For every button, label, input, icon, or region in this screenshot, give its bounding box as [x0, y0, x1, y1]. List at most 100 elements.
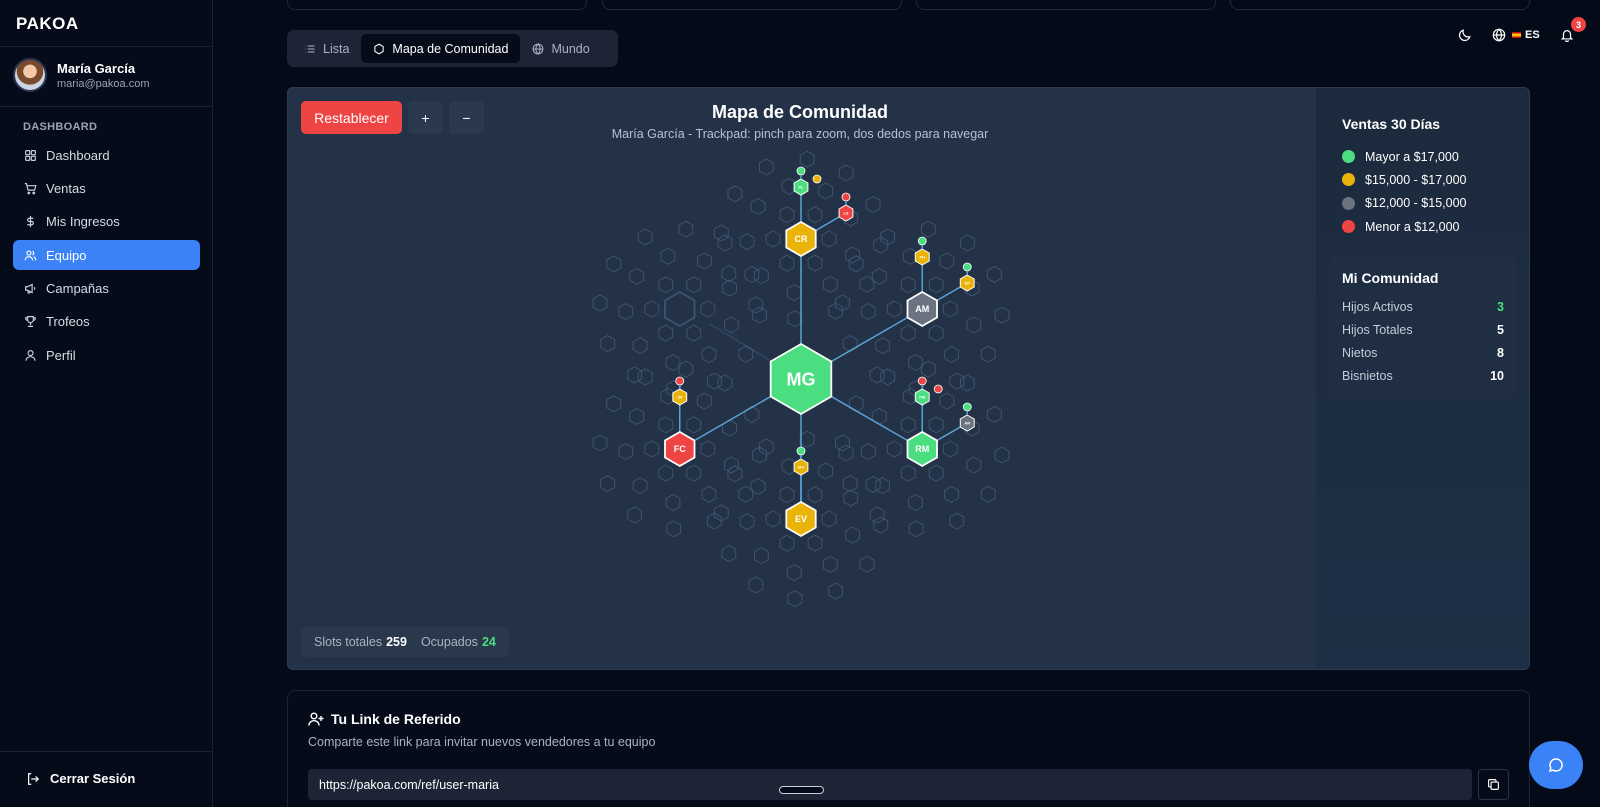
app-logo[interactable]: PAKOA — [16, 14, 79, 34]
empty-slot-hex — [818, 182, 834, 200]
empty-slot-hex — [843, 489, 859, 507]
empty-slot-hex — [822, 275, 838, 293]
globe-icon — [1492, 28, 1506, 42]
empty-slot-hex — [592, 294, 608, 312]
empty-slot-hex — [928, 464, 944, 482]
notifications-button[interactable] — [1560, 28, 1574, 42]
empty-slot-hex — [928, 416, 944, 434]
empty-slot-hex — [799, 430, 815, 448]
empty-slot-hex — [980, 485, 996, 503]
user-plus-icon — [308, 712, 324, 726]
zoom-out-button[interactable]: − — [449, 101, 484, 134]
sidebar-item-campanas[interactable]: Campañas — [13, 274, 200, 304]
chat-bubble-icon — [1548, 758, 1563, 773]
tab-mapa[interactable]: Mapa de Comunidad — [361, 34, 521, 63]
great-grandchild-node — [962, 402, 972, 412]
sidebar-divider — [0, 106, 212, 107]
language-selector[interactable]: ES — [1492, 28, 1540, 42]
empty-slot-hex — [637, 228, 653, 246]
grandchild-node-label: PM — [919, 394, 926, 399]
great-grandchild-node — [796, 166, 806, 176]
tab-mundo[interactable]: Mundo — [520, 34, 601, 63]
great-grandchild-node — [917, 376, 927, 386]
empty-slot-hex — [606, 395, 622, 413]
language-code: ES — [1525, 29, 1540, 41]
empty-slot-hex — [600, 475, 616, 493]
empty-slot-hex — [686, 324, 702, 342]
chat-button[interactable] — [1529, 741, 1583, 789]
empty-slot-hex — [859, 555, 875, 573]
sidebar-item-ingresos[interactable]: Mis Ingresos — [13, 207, 200, 237]
grid-icon — [24, 149, 37, 162]
empty-slot-hex — [886, 440, 902, 458]
empty-slot-hex — [848, 255, 864, 273]
sidebar-item-equipo[interactable]: Equipo — [13, 240, 200, 271]
scroll-handle[interactable] — [779, 786, 824, 794]
map-side-panel: Ventas 30 Días Mayor a $17,000 $15,000 -… — [1316, 88, 1529, 669]
empty-slot-hex — [618, 303, 634, 321]
empty-slot-hex — [873, 516, 889, 534]
tab-label: Lista — [323, 41, 350, 56]
sidebar-item-ventas[interactable]: Ventas — [13, 173, 200, 203]
theme-toggle-button[interactable] — [1458, 28, 1472, 42]
section-label: DASHBOARD — [23, 121, 98, 133]
logout-button[interactable]: Cerrar Sesión — [26, 771, 135, 786]
empty-slot-hex — [865, 195, 881, 213]
empty-slot-hex — [949, 372, 965, 390]
empty-slot-hex — [738, 485, 754, 503]
dollar-icon — [24, 215, 37, 228]
empty-slot-hex — [706, 372, 722, 390]
empty-slot-hex — [848, 395, 864, 413]
sidebar-item-label: Equipo — [46, 247, 87, 263]
summary-card — [602, 0, 902, 10]
child-node-label: FC — [674, 444, 686, 454]
sidebar-item-label: Mis Ingresos — [46, 214, 120, 230]
empty-slot-hex — [845, 246, 860, 264]
community-map-canvas[interactable]: PL LS PH EP PM AR MV JR CR AM RM EV FC MG — [288, 88, 1316, 670]
sidebar-item-perfil[interactable]: Perfil — [13, 340, 200, 370]
empty-slot-hex — [908, 354, 923, 372]
tab-lista[interactable]: Lista — [292, 34, 361, 63]
empty-slot-hex — [700, 300, 716, 318]
empty-slot-hex — [701, 485, 717, 503]
empty-slot-hex — [821, 230, 837, 248]
reset-button[interactable]: Restablecer — [301, 101, 402, 134]
users-icon — [24, 249, 37, 262]
empty-slot-hex — [748, 296, 764, 314]
empty-slot-hex — [701, 345, 717, 363]
zoom-in-button[interactable]: + — [408, 101, 443, 134]
legend-title: Ventas 30 Días — [1342, 116, 1441, 132]
empty-slot-hex — [900, 324, 916, 342]
great-grandchild-node — [841, 192, 851, 202]
sidebar-item-trofeos[interactable]: Trofeos — [13, 307, 200, 337]
empty-slot-hex — [658, 276, 674, 294]
tab-label: Mundo — [551, 41, 590, 56]
user-name: María García — [57, 60, 136, 76]
empty-slot-hex — [658, 416, 674, 434]
empty-slot-hex — [723, 456, 739, 474]
referral-title-text: Tu Link de Referido — [331, 711, 461, 727]
empty-slot-hex — [960, 234, 975, 252]
sidebar-item-label: Dashboard — [46, 147, 110, 163]
stat-label: Bisnietos — [1342, 369, 1393, 383]
logout-label: Cerrar Sesión — [50, 771, 136, 786]
stat-nietos: Nietos 8 — [1342, 346, 1504, 360]
stat-hijos-activos: Hijos Activos 3 — [1342, 300, 1504, 314]
empty-slot-hex — [875, 337, 891, 355]
user-profile[interactable]: María García maria@pakoa.com — [13, 58, 149, 92]
empty-slot-hex — [779, 254, 795, 272]
empty-slot-hex — [779, 534, 795, 552]
grandchild-node-label: EP — [965, 280, 971, 285]
empty-slot-hex — [665, 494, 681, 512]
copy-link-button[interactable] — [1478, 769, 1509, 800]
empty-slot-hex — [713, 224, 729, 242]
empty-slot-hex — [779, 206, 795, 224]
list-icon — [305, 44, 315, 53]
empty-slot-hex — [748, 576, 764, 594]
great-grandchild-node — [917, 236, 927, 246]
empty-slot-hex — [744, 265, 760, 283]
legend-dot — [1342, 220, 1355, 234]
sidebar-item-dashboard[interactable]: Dashboard — [13, 140, 200, 170]
referral-link-field[interactable] — [308, 769, 1472, 800]
empty-slot-hex — [986, 265, 1002, 283]
